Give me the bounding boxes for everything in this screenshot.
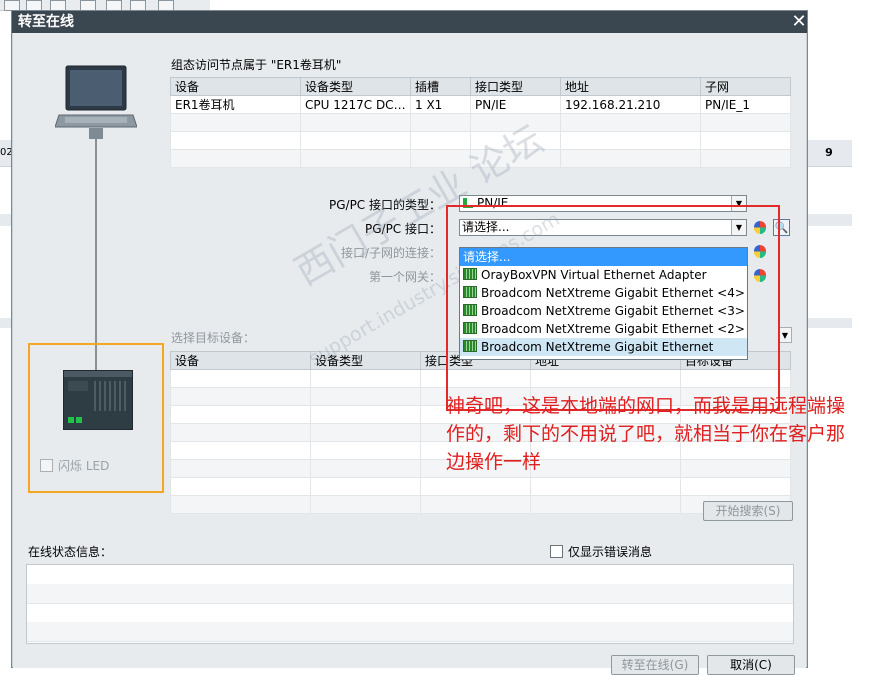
dialog-titlebar[interactable]: 转至在线 ✕ [12, 11, 807, 33]
list-item [27, 622, 793, 642]
plc-icon [63, 370, 133, 430]
go-online-button[interactable]: 转至在线(G) [611, 655, 699, 675]
column-header: 设备类型 [300, 77, 411, 96]
list-item [27, 603, 793, 623]
go-online-dialog: 转至在线 ✕ 闪烁 LED 组态访问节点属于 "ER1卷耳机" 设备 设备类型 … [11, 10, 808, 675]
chevron-down-icon[interactable]: ▼ [778, 327, 792, 343]
checkbox-icon [550, 545, 563, 558]
table-row [170, 113, 791, 132]
column-header: 设备 [170, 351, 311, 370]
background-table-row [806, 318, 852, 328]
list-item [27, 584, 793, 604]
column-header: 地址 [560, 77, 701, 96]
table-cell: 1 X1 [410, 95, 471, 114]
table-cell: PN/IE [470, 95, 561, 114]
background-cell: 9 [825, 146, 833, 159]
dialog-title: 转至在线 [18, 14, 74, 30]
table-cell: PN/IE_1 [700, 95, 791, 114]
checkbox-icon [40, 459, 53, 472]
group-info-label: 组态访问节点属于 "ER1卷耳机" [171, 58, 342, 72]
start-search-button[interactable]: 开始搜索(S) [703, 501, 793, 521]
flash-led-checkbox[interactable]: 闪烁 LED [40, 457, 109, 474]
online-status-label: 在线状态信息： [28, 545, 113, 559]
target-device-panel: 闪烁 LED [28, 343, 164, 493]
table-cell: ER1卷耳机 [170, 95, 301, 114]
close-icon[interactable]: ✕ [791, 13, 807, 31]
table-cell: CPU 1217C DC/D... [300, 95, 411, 114]
select-target-label: 选择目标设备： [171, 331, 256, 345]
column-header: 接口类型 [470, 77, 561, 96]
table-cell: 192.168.21.210 [560, 95, 701, 114]
flash-led-label: 闪烁 LED [58, 459, 110, 473]
cancel-button[interactable]: 取消(C) [707, 655, 795, 675]
list-item [27, 565, 793, 585]
table-row [170, 495, 791, 514]
column-header: 子网 [700, 77, 791, 96]
status-log [26, 564, 794, 644]
background-table-row [806, 214, 852, 226]
table-header-row: 设备 设备类型 插槽 接口类型 地址 子网 [170, 77, 791, 96]
errors-only-label: 仅显示错误消息 [568, 545, 653, 559]
table-row[interactable]: ER1卷耳机 CPU 1217C DC/D... 1 X1 PN/IE 192.… [170, 95, 791, 114]
column-header: 设备 [170, 77, 301, 96]
errors-only-checkbox[interactable]: 仅显示错误消息 [550, 543, 652, 560]
highlight-box [446, 205, 780, 411]
pg-laptop-icon [55, 65, 137, 139]
annotation-text: 神奇吧，这是本地端的网口，而我是用远程端操作的，剩下的不用说了吧，就相当于你在客… [446, 395, 846, 473]
dialog-content: 闪烁 LED 组态访问节点属于 "ER1卷耳机" 设备 设备类型 插槽 接口类型… [13, 33, 806, 675]
table-row [170, 477, 791, 496]
column-header: 插槽 [410, 77, 471, 96]
